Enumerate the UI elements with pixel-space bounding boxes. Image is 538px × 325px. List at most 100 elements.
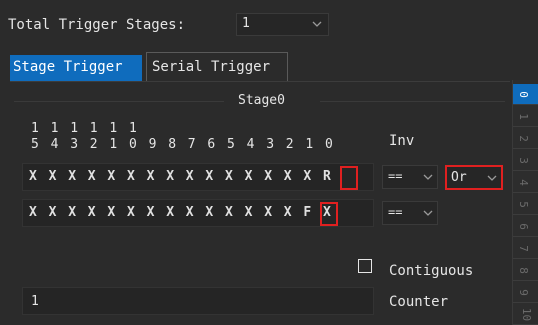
- stage-tab-label: 10: [520, 307, 534, 322]
- bit-cell[interactable]: X: [29, 169, 37, 184]
- stage-tab[interactable]: 6: [513, 216, 538, 237]
- chevron-down-icon: [487, 175, 497, 181]
- row-0-logic-select[interactable]: Or: [445, 165, 503, 190]
- tab-stage-trigger[interactable]: Stage Trigger: [10, 55, 142, 81]
- bit-cell[interactable]: X: [166, 169, 174, 184]
- chevron-down-icon: [423, 174, 433, 180]
- bit-cell[interactable]: X: [284, 205, 292, 220]
- bit-cell[interactable]: X: [88, 169, 96, 184]
- total-trigger-stages-label: Total Trigger Stages:: [8, 17, 186, 33]
- stage-tab-label: 1: [516, 113, 530, 120]
- chevron-down-icon: [312, 21, 322, 27]
- bit-index-tens: 1: [89, 121, 98, 136]
- bit-index-units: 8: [168, 137, 177, 152]
- bit-index-tens: 1: [109, 121, 118, 136]
- stage-tab[interactable]: 4: [513, 172, 538, 193]
- stage-tab-label: 8: [516, 267, 530, 274]
- highlight-box-falling: [320, 202, 338, 226]
- bit-cell[interactable]: X: [147, 205, 155, 220]
- bit-index-tens: 1: [50, 121, 59, 136]
- row-0-operator-select[interactable]: ==: [382, 165, 438, 189]
- highlight-box-rising: [340, 166, 358, 190]
- bit-index-units: 9: [148, 137, 157, 152]
- stage-tab[interactable]: 3: [513, 150, 538, 171]
- bit-index-units: 0: [129, 137, 137, 152]
- stage-tab-label: 4: [516, 179, 530, 186]
- bit-cell[interactable]: X: [29, 205, 37, 220]
- bit-cell[interactable]: X: [303, 169, 311, 184]
- counter-label: Counter: [389, 294, 449, 310]
- bit-cell[interactable]: X: [68, 169, 76, 184]
- stage-tab-label: 6: [516, 223, 530, 230]
- bit-index-units: 7: [187, 137, 196, 152]
- bit-cell[interactable]: X: [264, 169, 272, 184]
- bit-cell[interactable]: X: [147, 169, 155, 184]
- bit-index-units: 1: [305, 137, 314, 152]
- bit-cell[interactable]: X: [68, 205, 76, 220]
- bit-cell[interactable]: X: [127, 169, 135, 184]
- contiguous-checkbox[interactable]: [358, 259, 372, 273]
- stage-tab[interactable]: 0: [513, 84, 538, 105]
- bit-cell[interactable]: X: [186, 169, 194, 184]
- stage-tab[interactable]: 9: [513, 282, 538, 303]
- bit-index-units: 5: [227, 137, 235, 152]
- group-divider-left: [14, 101, 224, 102]
- bit-cell[interactable]: X: [49, 205, 57, 220]
- total-trigger-stages-value: 1: [242, 16, 250, 31]
- stage-tab[interactable]: 8: [513, 260, 538, 281]
- group-divider-right: [320, 101, 505, 102]
- bit-cell[interactable]: X: [88, 205, 96, 220]
- row-0-operator-value: ==: [388, 169, 403, 183]
- bit-cell[interactable]: X: [284, 169, 292, 184]
- bit-cell[interactable]: X: [205, 169, 213, 184]
- stage-tab-label: 3: [516, 157, 530, 164]
- bit-index-units: 4: [50, 137, 59, 152]
- stage-group-title: Stage0: [238, 93, 285, 108]
- bit-index-tens: 1: [31, 121, 39, 136]
- stage-tab[interactable]: 1: [513, 106, 538, 127]
- bit-cell[interactable]: R: [323, 169, 331, 184]
- bit-cell[interactable]: X: [107, 205, 115, 220]
- tab-serial-trigger[interactable]: Serial Trigger: [146, 52, 288, 81]
- stage-tab[interactable]: 10: [513, 304, 538, 325]
- bit-index-tens: 1: [70, 121, 79, 136]
- bit-cell[interactable]: X: [225, 205, 233, 220]
- chevron-down-icon: [423, 210, 433, 216]
- bit-cell[interactable]: X: [245, 205, 253, 220]
- bit-index-units: 2: [89, 137, 98, 152]
- stage-tab-label: 9: [516, 289, 530, 296]
- row-0-logic-value: Or: [451, 170, 467, 185]
- bit-cell[interactable]: X: [245, 169, 253, 184]
- total-trigger-stages-select[interactable]: 1: [236, 13, 329, 36]
- counter-input[interactable]: 1: [22, 287, 374, 315]
- bit-cell[interactable]: X: [127, 205, 135, 220]
- stage-tab-label: 0: [516, 91, 530, 98]
- row-1-operator-select[interactable]: ==: [382, 201, 438, 225]
- bit-cell[interactable]: X: [186, 205, 194, 220]
- stage-tab-label: 7: [516, 245, 530, 252]
- bit-index-units: 0: [325, 137, 333, 152]
- row-1-operator-value: ==: [388, 205, 403, 219]
- bit-index-units: 3: [70, 137, 79, 152]
- stage-tab-label: 2: [516, 135, 530, 142]
- bit-cell[interactable]: F: [303, 205, 311, 220]
- bit-index-units: 2: [285, 137, 294, 152]
- bit-cell[interactable]: X: [166, 205, 174, 220]
- bit-cell[interactable]: X: [264, 205, 272, 220]
- bit-index-units: 6: [207, 137, 216, 152]
- bit-cell[interactable]: X: [205, 205, 213, 220]
- stage-tab-label: 5: [516, 201, 530, 208]
- contiguous-label: Contiguous: [389, 263, 474, 279]
- stage-tab[interactable]: 2: [513, 128, 538, 149]
- bit-cell[interactable]: X: [107, 169, 115, 184]
- inv-label: Inv: [389, 133, 415, 149]
- stage-tab[interactable]: 7: [513, 238, 538, 259]
- bit-cell[interactable]: X: [49, 169, 57, 184]
- bit-index-units: 5: [31, 137, 39, 152]
- bit-cell[interactable]: X: [225, 169, 233, 184]
- bit-index-tens: 1: [129, 121, 137, 136]
- bit-index-units: 4: [246, 137, 255, 152]
- counter-value: 1: [31, 294, 39, 309]
- stage-tab[interactable]: 5: [513, 194, 538, 215]
- bit-index-units: 1: [109, 137, 118, 152]
